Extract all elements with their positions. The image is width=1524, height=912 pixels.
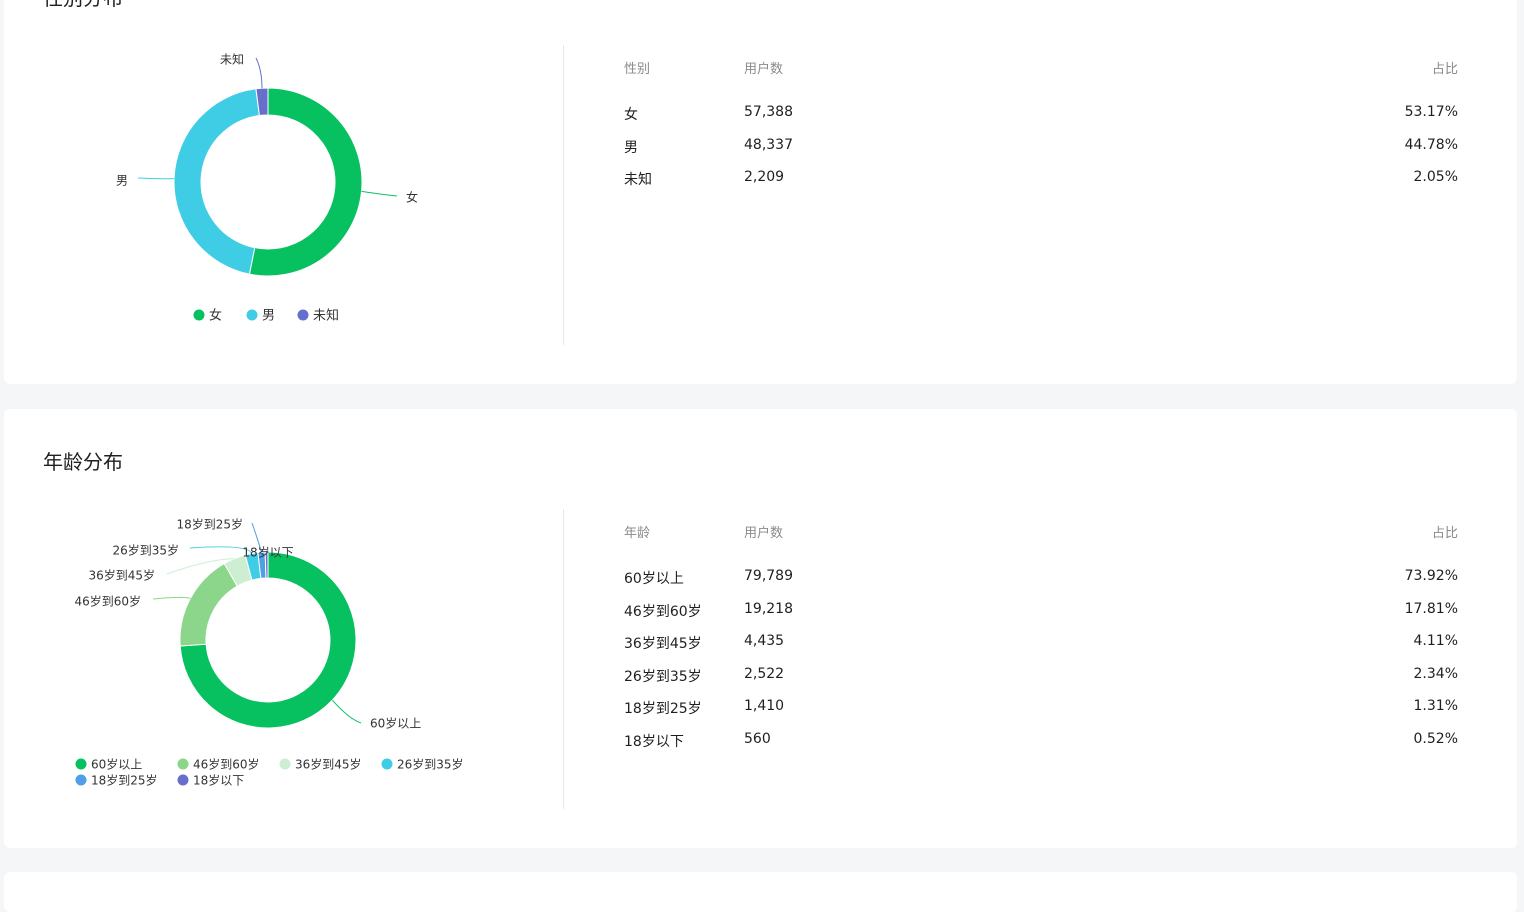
age-legend-marker[interactable] [75,774,87,786]
gender-divider [563,45,564,345]
age-legend-marker[interactable] [177,774,189,786]
gender-slice-label: 未知 [220,53,244,67]
age-legend-label[interactable]: 36岁到45岁 [295,757,362,772]
age-row-pct: 4.11% [1413,633,1458,649]
age-row-count: 4,435 [744,633,785,649]
age-row-count: 19,218 [744,600,793,617]
gender-legend-label[interactable]: 女 [209,308,222,324]
age-label-line [152,596,191,600]
gender-table: 性别 用户数 占比 女 57,388 53.17% 男 48,337 44.78… [624,58,1458,202]
gender-legend-marker[interactable] [193,309,205,321]
gender-slice-label: 男 [116,174,128,188]
gender-label-line [137,177,175,180]
age-slice-label: 60岁以上 [370,716,421,731]
age-header-label: 年龄 [624,526,651,541]
gender-legend-marker[interactable] [246,309,258,321]
age-row-pct: 17.81% [1404,600,1458,617]
age-row-label: 60岁以上 [624,571,684,587]
age-row-label: 36岁到45岁 [624,636,702,652]
age-card: 年龄分布 60岁以上 46岁到60岁 36岁到45岁 26岁到35岁 18岁到25岁 18… [4,409,1517,848]
age-legend-label[interactable]: 18岁以下 [193,773,244,788]
age-row-count: 79,789 [744,568,793,584]
gender-slice [248,87,363,277]
age-row-pct: 0.52% [1413,730,1458,747]
gender-label-line [361,190,398,197]
age-row-pct: 1.31% [1413,698,1458,714]
gender-row-label: 男 [624,139,638,156]
table-row: 46岁到60岁 19,218 17.81% [624,601,1458,634]
age-row-pct: 73.92% [1404,568,1458,584]
table-row: 26岁到35岁 2,522 2.34% [624,666,1458,699]
gender-row-count: 2,209 [744,169,785,185]
table-row: 18岁以下 560 0.52% [624,731,1458,764]
age-slice-label: 18岁以下 [242,545,293,560]
gender-header-label: 性别 [624,62,651,77]
gender-row-pct: 2.05% [1413,169,1458,185]
gender-legend-label[interactable]: 未知 [313,308,339,324]
age-header-pct: 占比 [1431,526,1458,541]
table-row: 女 57,388 53.17% [624,104,1458,137]
age-slice-label: 18岁到25岁 [176,517,243,532]
age-row-count: 1,410 [744,698,785,714]
gender-row-pct: 53.17% [1404,104,1458,120]
age-row-label: 46岁到60岁 [624,603,702,620]
gender-row-count: 48,337 [744,136,793,153]
age-row-count: 560 [744,730,771,747]
gender-legend-label[interactable]: 男 [262,309,275,324]
age-row-label: 18岁以下 [624,733,684,750]
table-row: 60岁以上 79,789 73.92% [624,568,1458,601]
table-row: 18岁到25岁 1,410 1.31% [624,698,1458,731]
age-slice-label: 46岁到60岁 [74,594,141,609]
table-row: 男 48,337 44.78% [624,137,1458,170]
age-divider [563,509,564,809]
age-donut-chart: 60岁以上 46岁到60岁 36岁到45岁 26岁到35岁 18岁到25岁 18岁以下 60… [74,517,464,788]
age-row-label: 26岁到35岁 [624,668,702,685]
gender-slice [173,88,260,275]
age-legend-label[interactable]: 46岁到60岁 [193,757,260,772]
age-legend-label[interactable]: 60岁以上 [91,757,142,772]
gender-label-line [255,57,263,89]
age-legend-marker[interactable] [177,758,189,770]
age-slice-label: 36岁到45岁 [88,568,155,583]
gender-card: 性别分布 女男未知女男未知 性别 用户数 占比 女 57,388 53.17% … [4,0,1517,384]
gender-table-header: 性别 用户数 占比 [624,58,1458,104]
age-row-count: 2,522 [744,665,785,682]
age-header-count: 用户数 [744,526,784,541]
age-legend-marker[interactable] [75,758,87,770]
gender-row-label: 未知 [624,172,652,188]
age-table-header: 年龄 用户数 占比 [624,522,1458,568]
age-legend-label[interactable]: 26岁到35岁 [397,757,464,772]
age-row-pct: 2.34% [1413,665,1458,682]
next-card [4,872,1517,912]
age-table: 年龄 用户数 占比 60岁以上 79,789 73.92% 46岁到60岁 19… [624,522,1458,763]
age-label-line [331,699,362,724]
gender-row-label: 女 [624,107,638,123]
table-row: 36岁到45岁 4,435 4.11% [624,633,1458,666]
gender-donut-chart: 女男未知女男未知 [116,53,418,324]
age-legend-marker[interactable] [381,758,393,770]
gender-row-count: 57,388 [744,104,793,120]
gender-header-count: 用户数 [744,62,784,77]
gender-header-pct: 占比 [1431,62,1458,77]
age-slice [179,562,238,647]
gender-legend-marker[interactable] [297,309,309,321]
gender-slice-label: 女 [406,190,418,205]
age-legend-label[interactable]: 18岁到25岁 [91,773,158,788]
age-legend-marker[interactable] [279,758,291,770]
table-row: 未知 2,209 2.05% [624,169,1458,202]
age-slice-label: 26岁到35岁 [112,543,179,558]
age-row-label: 18岁到25岁 [624,701,702,717]
gender-row-pct: 44.78% [1404,136,1458,153]
